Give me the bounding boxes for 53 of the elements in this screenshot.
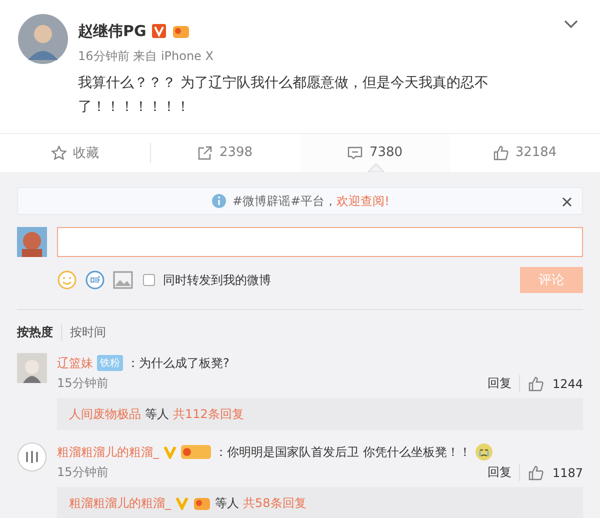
- thumbs-up-icon[interactable]: [528, 376, 544, 392]
- comment-time: 15分钟前: [57, 464, 108, 481]
- comment-icon: [347, 144, 364, 160]
- star-icon: [51, 144, 67, 160]
- action-label[interactable]: 收藏: [73, 144, 99, 162]
- replies-others: 等人: [145, 406, 169, 422]
- close-icon[interactable]: [562, 197, 572, 207]
- replies-count[interactable]: 共58条回复: [243, 494, 306, 512]
- share-icon: [197, 144, 214, 160]
- comment-time: 15分钟前: [57, 375, 108, 392]
- repost-checkbox[interactable]: [143, 274, 155, 286]
- notice-text: #微博辟谣#平台，欢迎查阅!: [232, 192, 390, 210]
- thumbs-up-icon[interactable]: [528, 464, 544, 480]
- replies-count[interactable]: 共112条回复: [173, 406, 244, 422]
- comment-input[interactable]: [57, 227, 583, 257]
- replies-others: 等人: [215, 494, 239, 512]
- action-label[interactable]: 7380: [369, 145, 403, 160]
- replies-bar[interactable]: 粗溜粗溜儿的粗溜_ 等人 共58条回复: [57, 487, 583, 518]
- crying-face-icon: [474, 443, 493, 461]
- fan-badge-icon: [181, 445, 211, 459]
- reply-link[interactable]: 回复: [487, 464, 520, 481]
- post-text: 我算什么？？？ 为了辽宁队我什么都愿意做，但是今天我真的忍不了！！！！！！！: [78, 74, 490, 117]
- medal-icon: [172, 23, 190, 39]
- commenter-name[interactable]: 粗溜粗溜儿的粗溜_: [57, 444, 159, 460]
- chevron-down-icon[interactable]: [564, 20, 578, 29]
- gif-icon[interactable]: [85, 270, 105, 290]
- image-icon[interactable]: [113, 271, 133, 289]
- verified-icon: [175, 496, 189, 510]
- repost-label: 同时转发到我的微博: [163, 272, 271, 288]
- post-meta: 16分钟前 来自 iPhone X: [78, 48, 214, 65]
- verified-icon: [163, 445, 177, 459]
- action-label[interactable]: 32184: [515, 145, 557, 160]
- avatar-icon[interactable]: [17, 442, 47, 472]
- fan-badge: 铁粉: [97, 355, 123, 371]
- replies-bar[interactable]: 人间废物极品 等人 共112条回复: [57, 398, 583, 430]
- replier-name[interactable]: 粗溜粗溜儿的粗溜_: [69, 494, 171, 512]
- verified-icon: [152, 24, 166, 38]
- comment-text: ：为什么成了板凳?: [127, 354, 230, 372]
- smiley-icon[interactable]: [57, 270, 77, 290]
- like-count: 1244: [552, 376, 583, 390]
- action-label[interactable]: 2398: [219, 145, 253, 160]
- replier-name[interactable]: 人间废物极品: [69, 406, 141, 422]
- thumbs-up-icon: [493, 144, 510, 160]
- like-count: 1187: [552, 466, 583, 480]
- reply-link[interactable]: 回复: [487, 375, 520, 392]
- sort-tab[interactable]: 按热度: [17, 324, 61, 341]
- comment-text: ：你明明是国家队首发后卫 你凭什么坐板凳！！: [215, 444, 471, 460]
- info-icon: [210, 193, 227, 209]
- avatar-icon[interactable]: [18, 14, 68, 64]
- author-name[interactable]: 赵继伟PG: [78, 22, 146, 40]
- commenter-name[interactable]: 辽篮妹: [57, 354, 93, 372]
- sort-tab[interactable]: 按时间: [61, 324, 114, 341]
- medal-icon: [193, 495, 211, 511]
